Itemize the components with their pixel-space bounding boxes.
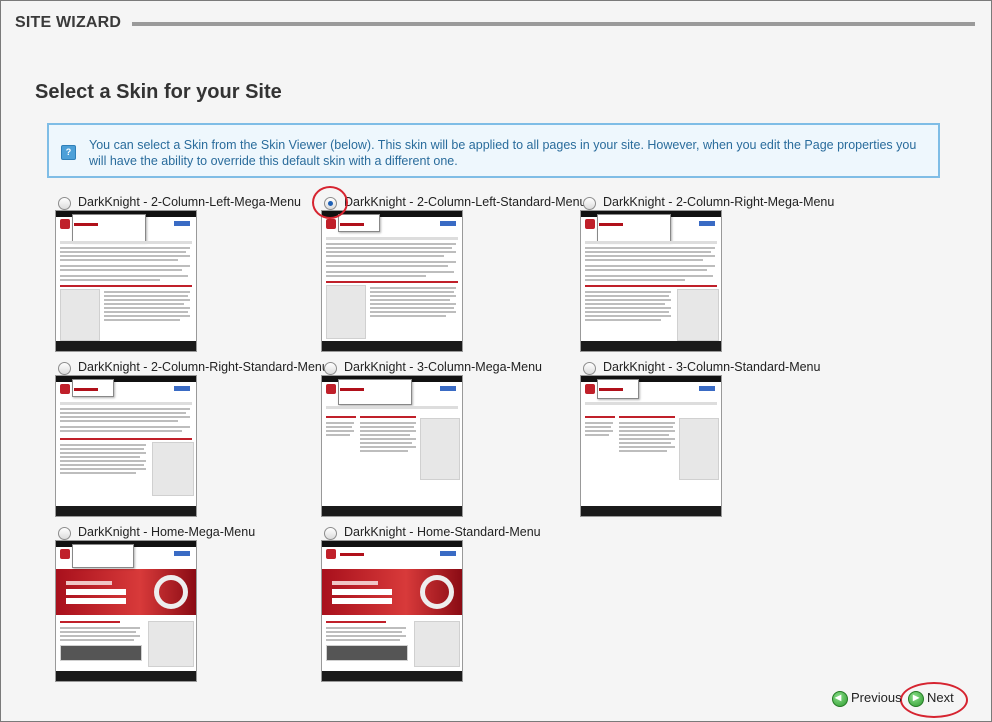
info-box: ? You can select a Skin from the Skin Vi… — [47, 123, 940, 178]
next-label[interactable]: Next — [927, 690, 954, 705]
skin-thumbnail[interactable] — [321, 540, 463, 682]
arrow-left-icon — [832, 691, 848, 707]
info-text: You can select a Skin from the Skin View… — [89, 138, 917, 168]
skin-radio[interactable] — [583, 362, 596, 375]
skin-label[interactable]: DarkKnight - 2-Column-Left-Standard-Menu — [344, 195, 586, 209]
skin-radio[interactable] — [583, 197, 596, 210]
wizard-title: SITE WIZARD — [15, 14, 122, 31]
site-wizard-window: SITE WIZARD Select a Skin for your Site … — [0, 0, 992, 722]
skin-label[interactable]: DarkKnight - 2-Column-Right-Standard-Men… — [78, 360, 329, 374]
skin-thumbnail[interactable] — [321, 210, 463, 352]
wizard-header: SITE WIZARD — [1, 1, 991, 47]
header-rule — [132, 22, 975, 26]
page-title: Select a Skin for your Site — [35, 81, 282, 103]
skin-thumbnail[interactable] — [321, 375, 463, 517]
arrow-right-icon — [908, 691, 924, 707]
skin-label[interactable]: DarkKnight - 2-Column-Left-Mega-Menu — [78, 195, 301, 209]
selected-skin-highlight-circle — [312, 186, 348, 219]
skin-label[interactable]: DarkKnight - 2-Column-Right-Mega-Menu — [603, 195, 834, 209]
skin-radio[interactable] — [58, 362, 71, 375]
skin-label[interactable]: DarkKnight - Home-Mega-Menu — [78, 525, 255, 539]
skin-label[interactable]: DarkKnight - 3-Column-Standard-Menu — [603, 360, 820, 374]
skin-label[interactable]: DarkKnight - Home-Standard-Menu — [344, 525, 541, 539]
info-icon: ? — [61, 145, 76, 160]
skin-thumbnail[interactable] — [55, 540, 197, 682]
previous-label[interactable]: Previous — [851, 690, 902, 705]
skin-radio[interactable] — [324, 362, 337, 375]
skin-radio[interactable] — [58, 527, 71, 540]
skin-thumbnail[interactable] — [580, 210, 722, 352]
skin-radio[interactable] — [58, 197, 71, 210]
skin-thumbnail[interactable] — [55, 210, 197, 352]
skin-label[interactable]: DarkKnight - 3-Column-Mega-Menu — [344, 360, 542, 374]
skin-thumbnail[interactable] — [580, 375, 722, 517]
skin-radio[interactable] — [324, 527, 337, 540]
skin-thumbnail[interactable] — [55, 375, 197, 517]
